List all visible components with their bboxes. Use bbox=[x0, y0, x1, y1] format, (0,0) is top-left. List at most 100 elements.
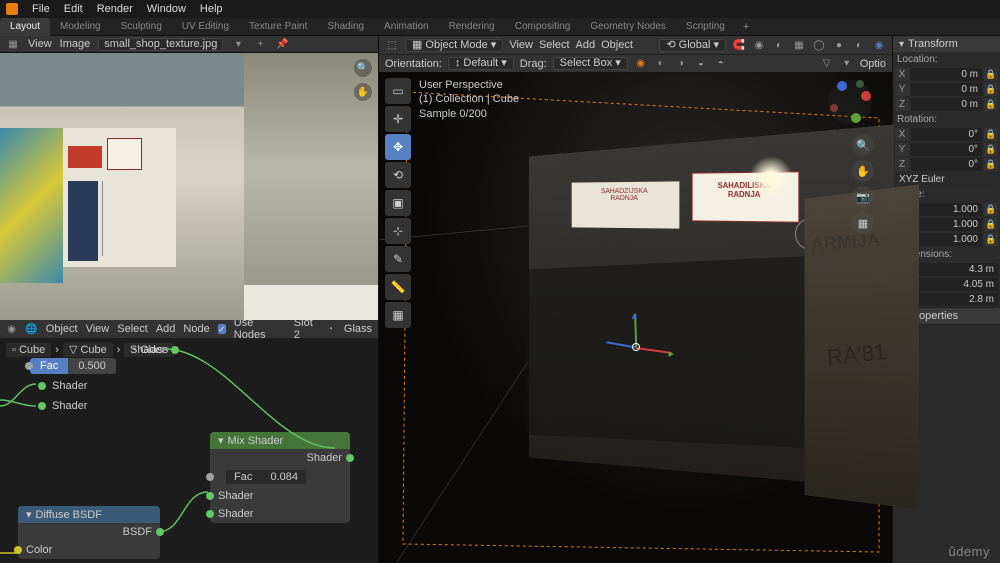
hand-icon[interactable]: ✋ bbox=[354, 83, 372, 101]
camera-icon[interactable]: 📷 bbox=[852, 186, 874, 208]
tab-shading[interactable]: Shading bbox=[317, 18, 374, 36]
rotate-tool[interactable]: ⟲ bbox=[385, 162, 411, 188]
menu-window[interactable]: Window bbox=[147, 3, 186, 15]
transform-panel-header[interactable]: ▾ Transform bbox=[893, 36, 1000, 52]
rotation-z[interactable]: Z0°🔒 bbox=[893, 157, 1000, 172]
tab-scripting[interactable]: Scripting bbox=[676, 18, 735, 36]
zoom-icon[interactable]: 🔍 bbox=[354, 59, 372, 77]
browse-image-icon[interactable]: ▾ bbox=[231, 37, 245, 51]
breadcrumb-mesh[interactable]: ▽ Cube bbox=[63, 342, 113, 357]
tab-animation[interactable]: Animation bbox=[374, 18, 438, 36]
shader-type-icon[interactable]: 🌐 bbox=[25, 322, 37, 336]
node-menu-select[interactable]: Select bbox=[117, 323, 148, 335]
tab-geometry-nodes[interactable]: Geometry Nodes bbox=[580, 18, 676, 36]
node-menu-view[interactable]: View bbox=[86, 323, 110, 335]
socket-shader-out[interactable]: Shader bbox=[130, 344, 179, 356]
transform-gizmo[interactable]: ▸ ▴ bbox=[606, 317, 666, 377]
location-x[interactable]: X0 m🔒 bbox=[893, 67, 1000, 82]
cursor-tool[interactable]: ✛ bbox=[385, 106, 411, 132]
socket-shader-in2[interactable]: Shader bbox=[210, 505, 350, 523]
snap-icon[interactable]: 🧲 bbox=[732, 38, 746, 52]
move-tool[interactable]: ✥ bbox=[385, 134, 411, 160]
tab-rendering[interactable]: Rendering bbox=[439, 18, 505, 36]
socket-color[interactable]: Color bbox=[18, 541, 160, 559]
menu-help[interactable]: Help bbox=[200, 3, 223, 15]
shading-wire-icon[interactable]: ◯ bbox=[812, 38, 826, 52]
node-menu-add[interactable]: Add bbox=[156, 323, 176, 335]
node-menu-node[interactable]: Node bbox=[183, 323, 209, 335]
tab-compositing[interactable]: Compositing bbox=[505, 18, 581, 36]
transform-tool[interactable]: ⊹ bbox=[385, 218, 411, 244]
image-menu-image[interactable]: Image bbox=[60, 38, 91, 50]
xray-icon[interactable]: ▦ bbox=[792, 38, 806, 52]
node-title[interactable]: ▾Diffuse BSDF bbox=[18, 506, 160, 523]
fac-value[interactable]: 0.500 bbox=[68, 358, 116, 374]
shader-mode[interactable]: Object bbox=[46, 323, 78, 335]
socket-fac[interactable]: Fac0.084 bbox=[210, 467, 350, 487]
annotate-tool[interactable]: ✎ bbox=[385, 246, 411, 272]
socket-shader-in1[interactable]: Shader bbox=[210, 487, 350, 505]
new-image-icon[interactable]: + bbox=[253, 37, 267, 51]
options-label[interactable]: Optio bbox=[860, 58, 886, 70]
shading-material-icon[interactable]: ◐ bbox=[852, 38, 866, 52]
tab-texture-paint[interactable]: Texture Paint bbox=[239, 18, 317, 36]
mode-selector[interactable]: ▦ Object Mode ▾ bbox=[405, 39, 503, 52]
editor-type-icon[interactable]: ⬚ bbox=[385, 38, 399, 52]
rotation-x[interactable]: X0°🔒 bbox=[893, 127, 1000, 142]
select-tool[interactable]: ▭ bbox=[385, 78, 411, 104]
socket-shader-out[interactable]: Shader bbox=[210, 449, 350, 467]
filter-icon[interactable]: ▽ bbox=[820, 57, 834, 71]
viewport-canvas[interactable]: SAHADZIJSKARADNJA SAHADILISKARADNJA ❋ AR… bbox=[379, 72, 892, 563]
shading-solid-icon[interactable]: ● bbox=[832, 38, 846, 52]
tab-layout[interactable]: Layout bbox=[0, 18, 50, 36]
location-y[interactable]: Y0 m🔒 bbox=[893, 82, 1000, 97]
shader-editor-canvas[interactable]: ▫ Cube › ▽ Cube › ◔ Glass Shader Fac 0.5… bbox=[0, 338, 378, 563]
location-z[interactable]: Z0 m🔒 bbox=[893, 97, 1000, 112]
socket-shader-in2[interactable]: Shader bbox=[38, 400, 87, 412]
image-menu-view[interactable]: View bbox=[28, 38, 52, 50]
filter-icon[interactable]: ▾ bbox=[840, 57, 854, 71]
drag-value[interactable]: Select Box ▾ bbox=[553, 57, 628, 70]
pan-icon[interactable]: ✋ bbox=[852, 160, 874, 182]
image-editor-canvas[interactable]: 🔍 ✋ bbox=[0, 52, 378, 320]
material-name[interactable]: Glass bbox=[344, 323, 372, 335]
node-title[interactable]: ▾Mix Shader bbox=[210, 432, 350, 449]
use-nodes-checkbox[interactable]: ✓ bbox=[218, 324, 226, 334]
orbit-gizmo[interactable] bbox=[826, 78, 874, 126]
socket-bsdf-out[interactable]: BSDF bbox=[18, 523, 160, 541]
tab-sculpting[interactable]: Sculpting bbox=[111, 18, 172, 36]
node-mix-shader[interactable]: ▾Mix Shader Shader Fac0.084 Shader Shade… bbox=[210, 432, 350, 523]
viewport-menu-select[interactable]: Select bbox=[539, 39, 570, 51]
add-tool[interactable]: ▦ bbox=[385, 302, 411, 328]
proportional-icon[interactable]: ◉ bbox=[752, 38, 766, 52]
viewport-menu-view[interactable]: View bbox=[509, 39, 533, 51]
overlays-icon[interactable]: ◐ bbox=[772, 38, 786, 52]
gizmo-icon[interactable]: ◑ bbox=[674, 57, 688, 71]
editor-type-icon[interactable]: ◉ bbox=[6, 322, 17, 336]
tab-modeling[interactable]: Modeling bbox=[50, 18, 111, 36]
menu-render[interactable]: Render bbox=[97, 3, 133, 15]
orientation-value[interactable]: ↕ Default ▾ bbox=[448, 57, 514, 70]
editor-type-icon[interactable]: ▦ bbox=[6, 37, 20, 51]
add-workspace-button[interactable]: + bbox=[735, 21, 757, 33]
measure-tool[interactable]: 📏 bbox=[385, 274, 411, 300]
rotation-mode[interactable]: XYZ Euler bbox=[895, 173, 998, 186]
image-name-field[interactable]: small_shop_texture.jpg bbox=[98, 38, 223, 51]
zoom-icon[interactable]: 🔍 bbox=[852, 134, 874, 156]
tab-uv-editing[interactable]: UV Editing bbox=[172, 18, 239, 36]
shading-rendered-icon[interactable]: ◉ bbox=[872, 38, 886, 52]
gizmo-icon[interactable]: ◓ bbox=[714, 57, 728, 71]
scale-tool[interactable]: ▣ bbox=[385, 190, 411, 216]
menu-file[interactable]: File bbox=[32, 3, 50, 15]
node-diffuse-bsdf[interactable]: ▾Diffuse BSDF BSDF Color bbox=[18, 506, 160, 559]
socket-shader-in1[interactable]: Shader bbox=[38, 380, 87, 392]
rotation-y[interactable]: Y0°🔒 bbox=[893, 142, 1000, 157]
viewport-menu-add[interactable]: Add bbox=[576, 39, 596, 51]
socket-fac[interactable] bbox=[25, 362, 33, 370]
perspective-icon[interactable]: ▦ bbox=[852, 212, 874, 234]
pin-icon[interactable]: 📌 bbox=[275, 37, 289, 51]
material-ball-icon[interactable]: ◔ bbox=[325, 322, 336, 336]
gizmo-icon[interactable]: ◉ bbox=[634, 57, 648, 71]
gizmo-icon[interactable]: ◐ bbox=[654, 57, 668, 71]
orientation-global[interactable]: ⟲ Global ▾ bbox=[659, 39, 726, 52]
